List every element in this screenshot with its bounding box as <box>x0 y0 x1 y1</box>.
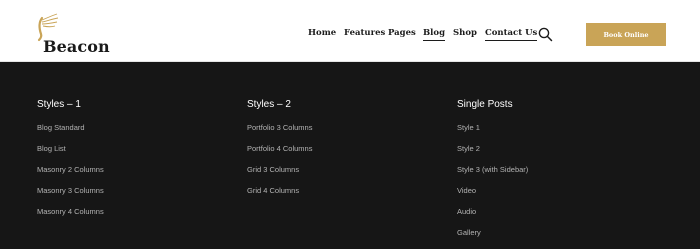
list-item: Audio <box>457 207 657 228</box>
menu-link-masonry-3-columns[interactable]: Masonry 3 Columns <box>37 186 104 195</box>
menu-link-gallery[interactable]: Gallery <box>457 228 481 237</box>
menu-column-styles-1: Styles – 1 Blog Standard Blog List Mason… <box>37 99 237 228</box>
menu-link-style-2[interactable]: Style 2 <box>457 144 480 153</box>
mega-menu: Styles – 1 Blog Standard Blog List Mason… <box>0 63 700 249</box>
menu-link-grid-3-columns[interactable]: Grid 3 Columns <box>247 165 299 174</box>
menu-list: Style 1 Style 2 Style 3 (with Sidebar) V… <box>457 123 657 249</box>
menu-link-video[interactable]: Video <box>457 186 476 195</box>
menu-link-portfolio-3-columns[interactable]: Portfolio 3 Columns <box>247 123 312 132</box>
column-title: Styles – 1 <box>37 99 81 110</box>
nav-item-contact-us[interactable]: Contact Us <box>485 28 538 41</box>
logo[interactable]: Beacon <box>33 12 123 56</box>
column-title: Single Posts <box>457 99 513 110</box>
nav-item-features[interactable]: Features <box>344 28 385 38</box>
menu-column-single-posts: Single Posts Style 1 Style 2 Style 3 (wi… <box>457 99 657 249</box>
list-item: Gallery <box>457 228 657 249</box>
nav-item-blog[interactable]: Blog <box>423 28 446 41</box>
list-item: Video <box>457 186 657 207</box>
nav-item-shop[interactable]: Shop <box>453 28 477 38</box>
menu-link-audio[interactable]: Audio <box>457 207 476 216</box>
menu-list: Portfolio 3 Columns Portfolio 4 Columns … <box>247 123 447 207</box>
list-item: Masonry 2 Columns <box>37 165 237 186</box>
list-item: Style 1 <box>457 123 657 144</box>
logo-text: Beacon <box>43 37 110 56</box>
menu-link-blog-standard[interactable]: Blog Standard <box>37 123 85 132</box>
list-item: Grid 3 Columns <box>247 165 447 186</box>
list-item: Blog Standard <box>37 123 237 144</box>
book-online-button[interactable]: Book Online <box>586 23 666 46</box>
list-item: Portfolio 4 Columns <box>247 144 447 165</box>
menu-link-style-1[interactable]: Style 1 <box>457 123 480 132</box>
menu-link-style-3-sidebar[interactable]: Style 3 (with Sidebar) <box>457 165 528 174</box>
site-header: Beacon Home Features Pages Blog Shop Con… <box>0 0 700 62</box>
menu-list: Blog Standard Blog List Masonry 2 Column… <box>37 123 237 228</box>
list-item: Masonry 4 Columns <box>37 207 237 228</box>
menu-link-grid-4-columns[interactable]: Grid 4 Columns <box>247 186 299 195</box>
list-item: Blog List <box>37 144 237 165</box>
list-item: Masonry 3 Columns <box>37 186 237 207</box>
menu-link-blog-list[interactable]: Blog List <box>37 144 66 153</box>
menu-link-masonry-2-columns[interactable]: Masonry 2 Columns <box>37 165 104 174</box>
menu-link-portfolio-4-columns[interactable]: Portfolio 4 Columns <box>247 144 312 153</box>
list-item: Grid 4 Columns <box>247 186 447 207</box>
nav-item-home[interactable]: Home <box>308 28 336 38</box>
list-item: Portfolio 3 Columns <box>247 123 447 144</box>
column-title: Styles – 2 <box>247 99 291 110</box>
list-item: Style 3 (with Sidebar) <box>457 165 657 186</box>
list-item: Style 2 <box>457 144 657 165</box>
nav-item-pages[interactable]: Pages <box>388 28 416 38</box>
menu-link-masonry-4-columns[interactable]: Masonry 4 Columns <box>37 207 104 216</box>
search-icon[interactable] <box>538 27 553 42</box>
menu-column-styles-2: Styles – 2 Portfolio 3 Columns Portfolio… <box>247 99 447 207</box>
